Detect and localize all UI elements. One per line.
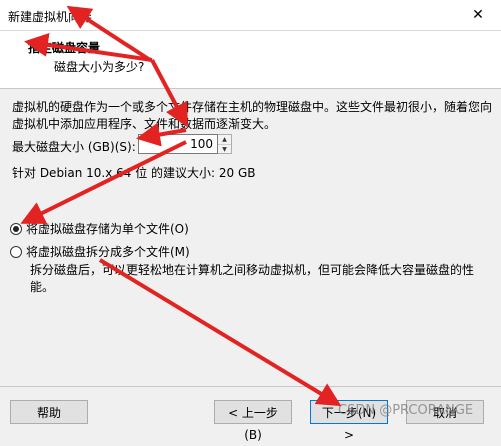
window-title: 新建虚拟机向导 — [8, 10, 93, 24]
help-button[interactable]: 帮助 — [10, 400, 88, 424]
footer-divider — [0, 386, 501, 387]
wizard-header: 指定磁盘容量 磁盘大小为多少? — [0, 31, 501, 89]
page-subtitle: 磁盘大小为多少? — [54, 60, 145, 74]
back-button[interactable]: < 上一步(B) — [214, 400, 292, 442]
page-title: 指定磁盘容量 — [28, 41, 101, 55]
disk-size-spinner[interactable]: ▲ ▼ — [218, 134, 232, 154]
spin-up-icon[interactable]: ▲ — [218, 135, 231, 145]
disk-size-label: 最大磁盘大小 (GB)(S): — [12, 140, 136, 154]
recommended-size: 针对 Debian 10.x 64 位 的建议大小: 20 GB — [12, 166, 256, 180]
title-bar: 新建虚拟机向导 ✕ — [0, 0, 501, 31]
disk-description: 虚拟机的硬盘作为一个或多个文件存储在主机的物理磁盘中。这些文件最初很小，随着您向… — [12, 100, 493, 131]
disk-size-input[interactable] — [138, 134, 218, 154]
spin-down-icon[interactable]: ▼ — [218, 145, 231, 154]
single-file-label[interactable]: 将虚拟磁盘存储为单个文件(O) — [26, 220, 189, 237]
radio-single-file[interactable] — [10, 222, 22, 235]
next-button[interactable]: 下一步(N) > — [310, 400, 388, 442]
close-icon[interactable]: ✕ — [455, 0, 501, 30]
split-note: 拆分磁盘后，可以更轻松地在计算机之间移动虚拟机，但可能会降低大容量磁盘的性能。 — [30, 263, 475, 294]
split-files-option[interactable]: 将虚拟磁盘拆分成多个文件(M) — [10, 243, 190, 260]
cancel-button[interactable]: 取消 — [406, 400, 484, 424]
single-file-option[interactable]: 将虚拟磁盘存储为单个文件(O) — [10, 220, 189, 237]
radio-split-files[interactable] — [10, 245, 22, 258]
split-files-label[interactable]: 将虚拟磁盘拆分成多个文件(M) — [26, 243, 190, 260]
